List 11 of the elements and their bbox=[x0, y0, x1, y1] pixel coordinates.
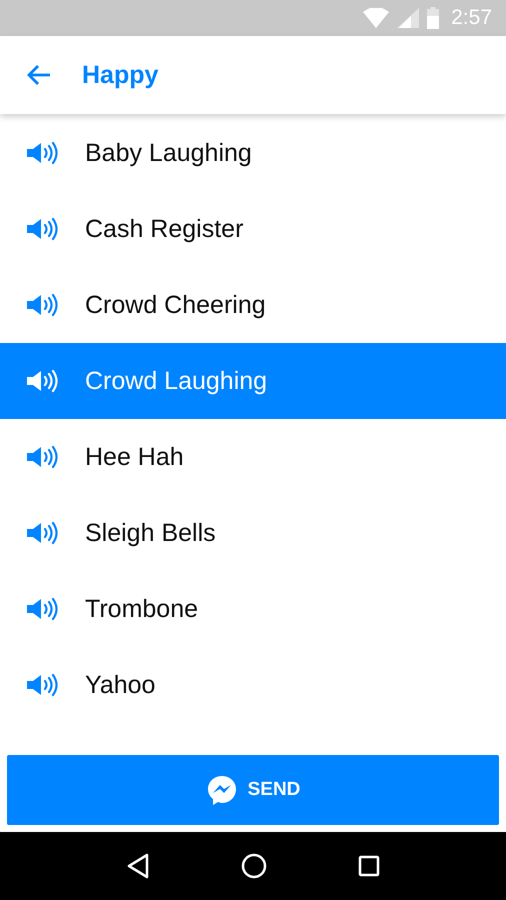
battery-icon bbox=[427, 7, 440, 29]
sound-item[interactable]: Crowd Laughing bbox=[0, 343, 506, 419]
chat-bubble-icon bbox=[206, 774, 238, 806]
page-title: Happy bbox=[82, 60, 158, 90]
signal-icon bbox=[397, 8, 420, 28]
send-button[interactable]: SEND bbox=[7, 755, 499, 825]
recents-icon[interactable] bbox=[358, 855, 380, 877]
wifi-icon bbox=[363, 8, 390, 28]
back-button[interactable] bbox=[26, 64, 52, 86]
home-icon[interactable] bbox=[240, 853, 267, 879]
back-icon[interactable] bbox=[126, 853, 150, 879]
